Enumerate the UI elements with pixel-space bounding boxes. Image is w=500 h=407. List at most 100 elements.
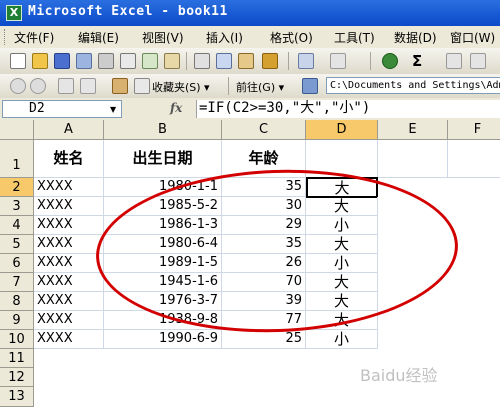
cell-name[interactable]: XXXX xyxy=(34,311,104,330)
cell-age[interactable]: 30 xyxy=(222,197,306,216)
cell-name[interactable]: XXXX xyxy=(34,235,104,254)
cell-age[interactable]: 35 xyxy=(222,235,306,254)
cell-size[interactable]: 小 xyxy=(306,330,378,349)
row-header-12[interactable]: 12 xyxy=(0,368,34,387)
cell-age[interactable]: 39 xyxy=(222,292,306,311)
home-icon[interactable] xyxy=(112,78,128,94)
row-header-2[interactable]: 2 xyxy=(0,178,34,197)
select-all-corner[interactable] xyxy=(0,120,34,140)
new-icon[interactable] xyxy=(10,53,26,69)
print-preview-icon[interactable] xyxy=(120,53,136,69)
cell-a1[interactable]: 姓名 xyxy=(34,140,104,178)
cell-e1[interactable] xyxy=(378,140,448,178)
row-header-3[interactable]: 3 xyxy=(0,197,34,216)
menu-data[interactable]: 数据(D) xyxy=(394,29,437,46)
cell-age[interactable]: 70 xyxy=(222,273,306,292)
cell-d1[interactable] xyxy=(306,140,378,178)
cell-name[interactable]: XXXX xyxy=(34,292,104,311)
row-header-4[interactable]: 4 xyxy=(0,216,34,235)
print-icon[interactable] xyxy=(98,53,114,69)
row-header-11[interactable]: 11 xyxy=(0,349,34,368)
cell-birth[interactable]: 1986-1-3 xyxy=(104,216,222,235)
permission-icon[interactable] xyxy=(76,53,92,69)
cell-name[interactable]: XXXX xyxy=(34,178,104,197)
menu-format[interactable]: 格式(O) xyxy=(270,29,313,46)
column-header-e[interactable]: E xyxy=(378,120,448,140)
column-header-c[interactable]: C xyxy=(222,120,306,140)
toolbar-grip[interactable] xyxy=(4,29,8,45)
cell-size[interactable]: 大 xyxy=(306,197,378,216)
show-web-toolbar-icon[interactable] xyxy=(302,78,318,94)
sort-ascending-icon[interactable] xyxy=(446,53,462,69)
cell-age[interactable]: 26 xyxy=(222,254,306,273)
spelling-icon[interactable] xyxy=(142,53,158,69)
cell-birth[interactable]: 1985-5-2 xyxy=(104,197,222,216)
cell-birth[interactable]: 1980-1-1 xyxy=(104,178,222,197)
insert-function-icon[interactable]: fx xyxy=(170,101,182,115)
undo-icon[interactable] xyxy=(298,53,314,69)
goto-menu[interactable]: 前往(G) ▾ xyxy=(236,79,284,95)
row-header-10[interactable]: 10 xyxy=(0,330,34,349)
row-header-9[interactable]: 9 xyxy=(0,311,34,330)
cell-f1[interactable] xyxy=(448,140,500,178)
row-header-5[interactable]: 5 xyxy=(0,235,34,254)
column-header-f[interactable]: F xyxy=(448,120,500,140)
cell-age[interactable]: 35 xyxy=(222,178,306,197)
cell-name[interactable]: XXXX xyxy=(34,330,104,349)
cell-name[interactable]: XXXX xyxy=(34,273,104,292)
cell-birth[interactable]: 1989-1-5 xyxy=(104,254,222,273)
cell-size[interactable]: 大 xyxy=(306,311,378,330)
cell-birth[interactable]: 1938-9-8 xyxy=(104,311,222,330)
cell-size[interactable]: 大 xyxy=(306,235,378,254)
sort-descending-icon[interactable] xyxy=(470,53,486,69)
cell-name[interactable]: XXXX xyxy=(34,254,104,273)
autosum-icon[interactable]: Σ xyxy=(412,52,422,70)
menu-tools[interactable]: 工具(T) xyxy=(334,29,375,46)
open-icon[interactable] xyxy=(32,53,48,69)
cell-age[interactable]: 25 xyxy=(222,330,306,349)
cut-icon[interactable] xyxy=(194,53,210,69)
cell-name[interactable]: XXXX xyxy=(34,216,104,235)
cell-name[interactable]: XXXX xyxy=(34,197,104,216)
hyperlink-icon[interactable] xyxy=(382,53,398,69)
paste-icon[interactable] xyxy=(238,53,254,69)
cell-age[interactable]: 77 xyxy=(222,311,306,330)
address-input[interactable]: C:\Documents and Settings\Adm xyxy=(326,77,500,94)
cell-birth[interactable]: 1976-3-7 xyxy=(104,292,222,311)
format-painter-icon[interactable] xyxy=(262,53,278,69)
forward-icon[interactable] xyxy=(30,78,46,94)
stop-icon[interactable] xyxy=(58,78,74,94)
back-icon[interactable] xyxy=(10,78,26,94)
row-header-13[interactable]: 13 xyxy=(0,387,34,407)
menu-edit[interactable]: 编辑(E) xyxy=(78,29,119,46)
menu-file[interactable]: 文件(F) xyxy=(14,29,54,46)
cell-birth[interactable]: 1990-6-9 xyxy=(104,330,222,349)
column-header-d[interactable]: D xyxy=(306,120,378,140)
row-header-1[interactable]: 1 xyxy=(0,140,34,178)
refresh-icon[interactable] xyxy=(80,78,96,94)
name-box[interactable]: D2 xyxy=(2,100,122,118)
cell-size[interactable]: 小 xyxy=(306,216,378,235)
cell-age[interactable]: 29 xyxy=(222,216,306,235)
search-web-icon[interactable] xyxy=(134,78,150,94)
cell-c1[interactable]: 年龄 xyxy=(222,140,306,178)
row-header-6[interactable]: 6 xyxy=(0,254,34,273)
cell-birth[interactable]: 1980-6-4 xyxy=(104,235,222,254)
column-header-b[interactable]: B xyxy=(104,120,222,140)
research-icon[interactable] xyxy=(164,53,180,69)
menu-window[interactable]: 窗口(W) xyxy=(450,29,495,46)
formula-input[interactable]: =IF(C2>=30,"大","小") xyxy=(196,100,500,118)
chevron-down-icon[interactable]: ▼ xyxy=(110,105,116,114)
row-header-7[interactable]: 7 xyxy=(0,273,34,292)
menu-view[interactable]: 视图(V) xyxy=(142,29,184,46)
cell-size[interactable]: 大 xyxy=(306,273,378,292)
cell-birth[interactable]: 1945-1-6 xyxy=(104,273,222,292)
column-header-a[interactable]: A xyxy=(34,120,104,140)
cell-size[interactable]: 大 xyxy=(306,292,378,311)
row-header-8[interactable]: 8 xyxy=(0,292,34,311)
save-icon[interactable] xyxy=(54,53,70,69)
favorites-menu[interactable]: 收藏夹(S) ▾ xyxy=(152,79,210,95)
menu-insert[interactable]: 插入(I) xyxy=(206,29,243,46)
cell-b1[interactable]: 出生日期 xyxy=(104,140,222,178)
cell-size[interactable]: 小 xyxy=(306,254,378,273)
